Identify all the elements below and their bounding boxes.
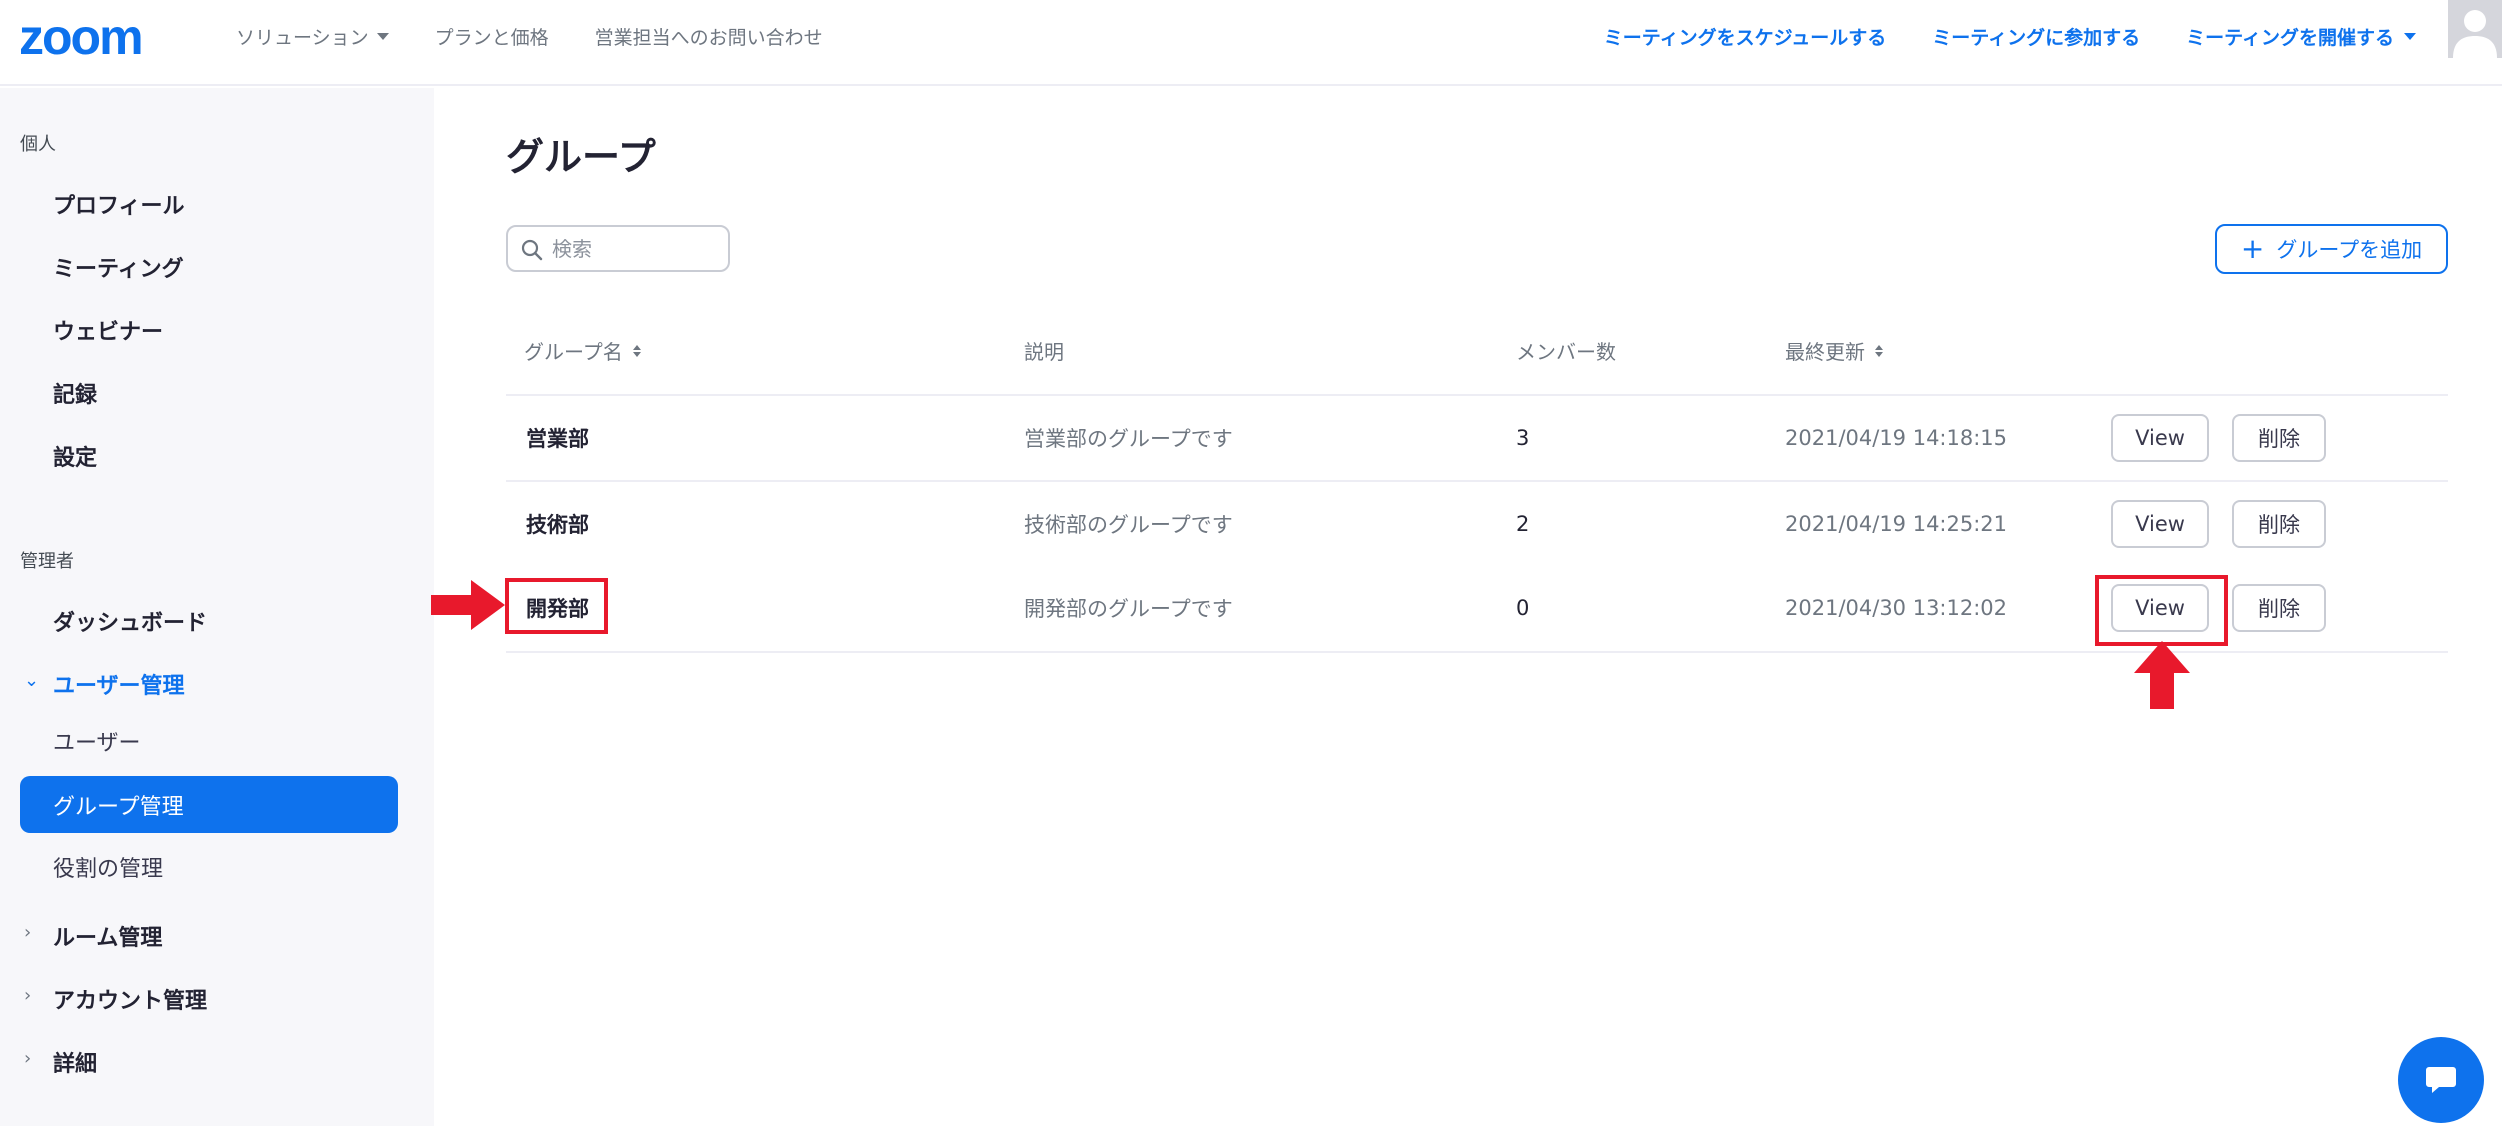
nav-solutions-label: ソリューション <box>236 26 369 49</box>
nav-contact-label: 営業担当へのお問い合わせ <box>594 26 823 49</box>
sort-icon <box>1875 344 1883 357</box>
sidebar-item-profile[interactable]: プロフィール <box>53 188 185 220</box>
sidebar-item-room-management[interactable]: ルーム管理 <box>53 920 162 952</box>
zoom-logo-text: zoom <box>19 14 142 60</box>
column-header-label: 説明 <box>1024 340 1064 364</box>
chevron-right-icon[interactable]: › <box>24 1048 31 1069</box>
column-header-last-updated[interactable]: 最終更新 <box>1785 336 1883 365</box>
nav-contact-sales[interactable]: 営業担当へのお問い合わせ <box>595 23 823 50</box>
column-header-description: 説明 <box>1024 336 1064 365</box>
red-arrow-right-icon <box>431 580 505 630</box>
admin-section-label: 管理者 <box>20 551 74 572</box>
sidebar-item-dashboard[interactable]: ダッシュボード <box>53 605 207 637</box>
delete-button[interactable]: 削除 <box>2232 500 2326 548</box>
sidebar-item-meetings[interactable]: ミーティング <box>53 251 184 283</box>
chevron-right-icon[interactable]: › <box>24 985 31 1006</box>
chevron-down-icon[interactable]: ⌄ <box>24 670 39 691</box>
table-row: 技術部 技術部のグループです 2 2021/04/19 14:25:21 Vie… <box>506 482 2448 566</box>
sidebar-item-details[interactable]: 詳細 <box>53 1046 97 1078</box>
user-avatar-icon <box>2453 10 2497 58</box>
sidebar-item-user-management[interactable]: ユーザー管理 <box>53 668 185 700</box>
description-cell: 技術部のグループです <box>1024 513 1233 537</box>
top-navigation: zoom ソリューション プランと価格 営業担当へのお問い合わせ ミーティングを… <box>0 0 2502 86</box>
sidebar-item-account-management[interactable]: アカウント管理 <box>53 983 207 1015</box>
search-icon <box>521 239 543 261</box>
member-count-cell: 2 <box>1516 512 1530 536</box>
view-button[interactable]: View <box>2111 500 2209 548</box>
schedule-meeting-label: ミーティングをスケジュールする <box>1603 26 1887 49</box>
join-meeting-link[interactable]: ミーティングに参加する <box>1932 23 2140 50</box>
group-name-cell: 技術部 <box>526 513 589 537</box>
meeting-actions-nav: ミーティングをスケジュールする ミーティングに参加する ミーティングを開催する <box>1604 0 2416 72</box>
sidebar-item-users[interactable]: ユーザー <box>53 725 141 757</box>
nav-plans-label: プランと価格 <box>434 26 549 49</box>
host-meeting-link[interactable]: ミーティングを開催する <box>2186 23 2416 50</box>
highlight-box-view-button <box>2095 575 2228 646</box>
join-meeting-label: ミーティングに参加する <box>1932 26 2141 49</box>
column-header-label: グループ名 <box>524 340 623 364</box>
sidebar-item-recordings[interactable]: 記録 <box>53 377 97 409</box>
search-box[interactable] <box>506 225 730 272</box>
last-updated-cell: 2021/04/19 14:25:21 <box>1785 512 2008 536</box>
chevron-right-icon[interactable]: › <box>24 922 31 943</box>
search-input[interactable] <box>552 236 722 262</box>
zoom-logo[interactable]: zoom <box>19 9 189 65</box>
avatar[interactable] <box>2448 0 2502 58</box>
group-name-cell: 営業部 <box>526 427 589 451</box>
sort-icon <box>632 344 641 357</box>
member-count-cell: 3 <box>1516 426 1530 450</box>
column-header-label: 最終更新 <box>1785 340 1865 364</box>
sidebar-item-group-management[interactable]: グループ管理 <box>20 776 398 833</box>
column-header-group-name[interactable]: グループ名 <box>524 336 641 365</box>
column-header-members: メンバー数 <box>1516 336 1616 365</box>
sidebar-item-label: グループ管理 <box>53 794 184 820</box>
delete-button[interactable]: 削除 <box>2232 584 2326 632</box>
plus-icon: + <box>2240 232 2265 265</box>
nav-solutions[interactable]: ソリューション <box>236 23 389 50</box>
host-meeting-label: ミーティングを開催する <box>2186 26 2394 49</box>
red-arrow-up-icon <box>2134 641 2190 709</box>
sidebar: 個人 プロフィール ミーティング ウェビナー 記録 設定 管理者 ダッシュボード… <box>0 88 434 1126</box>
personal-section-label: 個人 <box>20 134 56 155</box>
chat-bubble-icon <box>2426 1067 2456 1093</box>
table-row: 営業部 営業部のグループです 3 2021/04/19 14:18:15 Vie… <box>506 396 2448 480</box>
delete-button[interactable]: 削除 <box>2232 414 2326 462</box>
last-updated-cell: 2021/04/30 13:12:02 <box>1785 596 2008 620</box>
member-count-cell: 0 <box>1516 596 1530 620</box>
description-cell: 営業部のグループです <box>1024 427 1233 451</box>
page-title: グループ <box>506 135 656 179</box>
sidebar-item-settings[interactable]: 設定 <box>53 440 97 472</box>
view-button[interactable]: View <box>2111 414 2209 462</box>
sidebar-item-webinars[interactable]: ウェビナー <box>53 314 163 346</box>
chevron-down-icon <box>376 32 389 40</box>
chat-support-button[interactable] <box>2398 1037 2484 1123</box>
description-cell: 開発部のグループです <box>1024 597 1233 621</box>
column-header-label: メンバー数 <box>1516 340 1616 364</box>
sidebar-item-role-management[interactable]: 役割の管理 <box>53 851 163 883</box>
add-group-label: グループを追加 <box>2276 238 2423 262</box>
primary-nav: ソリューション プランと価格 営業担当へのお問い合わせ <box>236 0 823 72</box>
add-group-button[interactable]: + グループを追加 <box>2215 224 2448 274</box>
nav-plans-pricing[interactable]: プランと価格 <box>435 23 549 50</box>
schedule-meeting-link[interactable]: ミーティングをスケジュールする <box>1604 23 1887 50</box>
highlight-box-group-name <box>505 578 608 634</box>
last-updated-cell: 2021/04/19 14:18:15 <box>1785 426 2008 450</box>
chevron-down-icon <box>2404 32 2416 40</box>
